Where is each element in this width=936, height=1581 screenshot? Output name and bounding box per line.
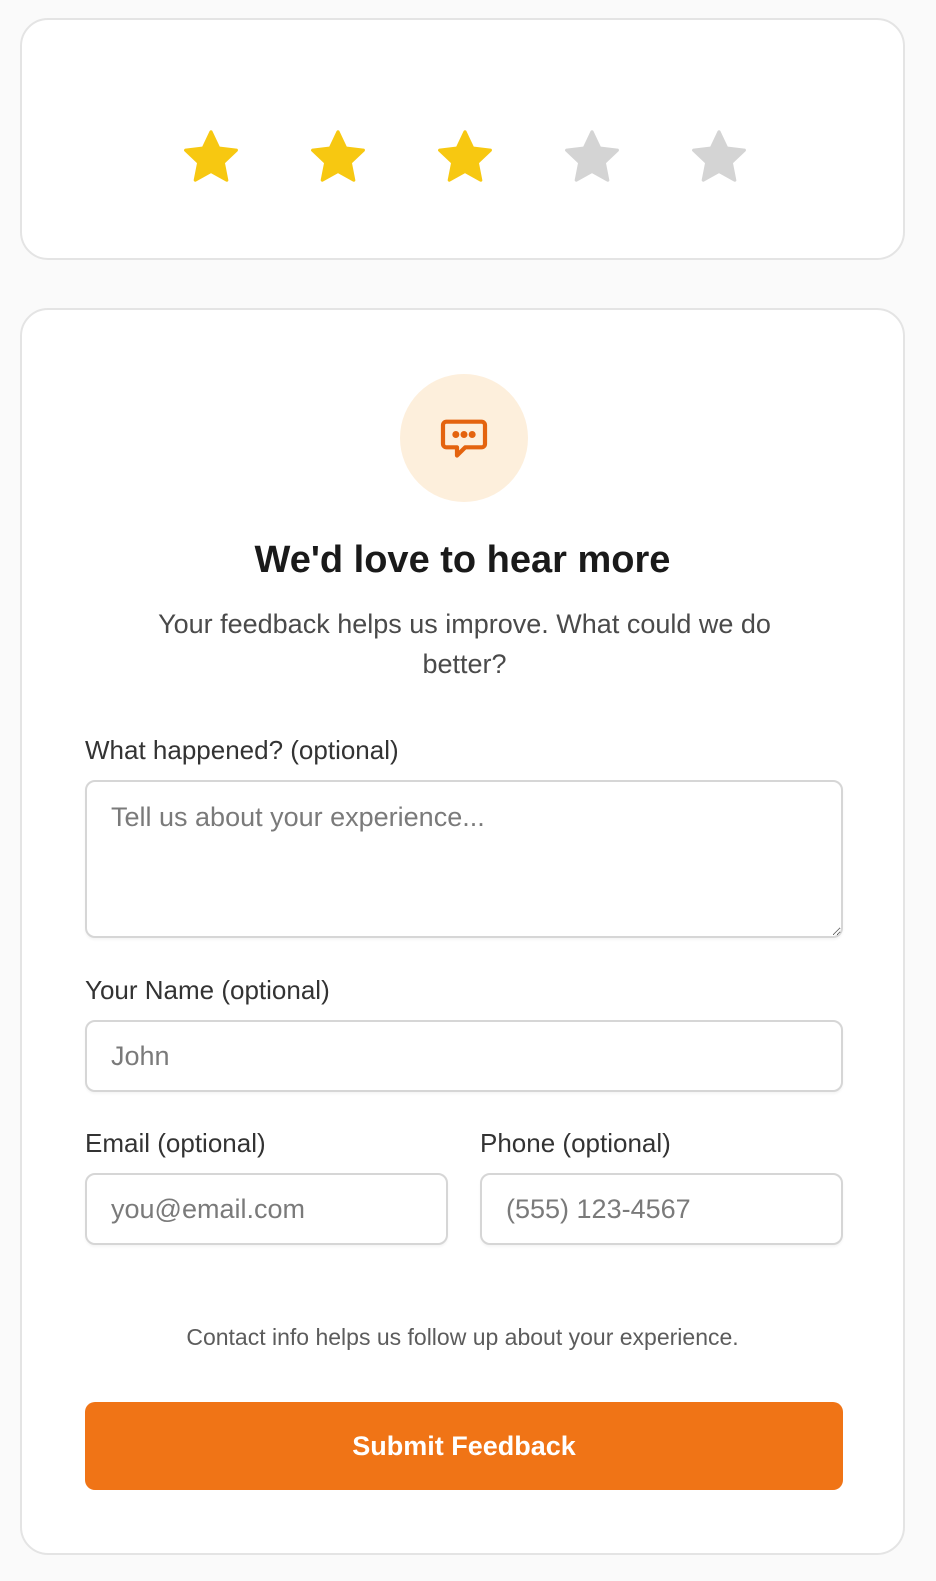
star-3-icon[interactable] bbox=[433, 126, 497, 190]
feedback-form-card: We'd love to hear more Your feedback hel… bbox=[20, 308, 905, 1555]
star-5-icon[interactable] bbox=[687, 126, 751, 190]
submit-feedback-button[interactable]: Submit Feedback bbox=[85, 1402, 843, 1490]
page-title: We'd love to hear more bbox=[254, 539, 671, 581]
what-happened-textarea[interactable] bbox=[85, 780, 843, 938]
what-happened-label: What happened? (optional) bbox=[85, 735, 399, 765]
star-rating bbox=[22, 126, 903, 190]
star-1-icon[interactable] bbox=[179, 126, 243, 190]
rating-card bbox=[20, 18, 905, 260]
contact-helper-text: Contact info helps us follow up about yo… bbox=[186, 1324, 739, 1350]
phone-field[interactable] bbox=[480, 1173, 843, 1245]
email-label: Email (optional) bbox=[85, 1128, 266, 1158]
subtitle: Your feedback helps us improve. What cou… bbox=[158, 609, 771, 679]
icon-badge bbox=[400, 374, 528, 502]
message-dots-icon bbox=[440, 419, 488, 458]
phone-label: Phone (optional) bbox=[480, 1128, 671, 1158]
name-input[interactable] bbox=[85, 1020, 843, 1092]
star-2-icon[interactable] bbox=[306, 126, 370, 190]
name-label: Your Name (optional) bbox=[85, 975, 330, 1005]
star-4-icon[interactable] bbox=[560, 126, 624, 190]
email-field[interactable] bbox=[85, 1173, 448, 1245]
